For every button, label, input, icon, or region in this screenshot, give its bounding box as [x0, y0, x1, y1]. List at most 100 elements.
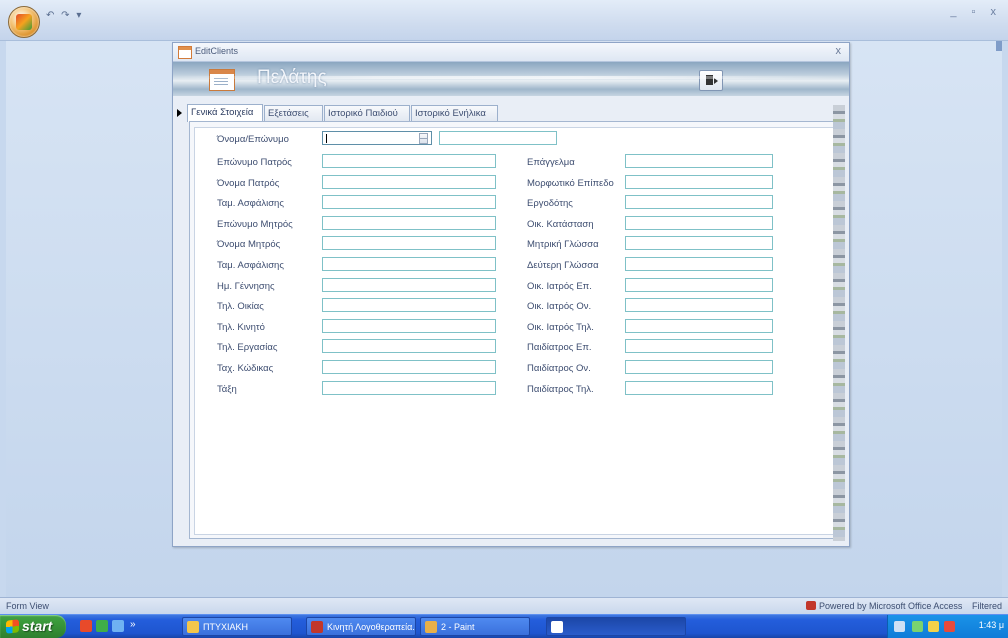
right-field-input[interactable]: [625, 174, 773, 189]
right-field-input[interactable]: [625, 380, 773, 395]
left-field-label: Ταμ. Ασφάλισης: [217, 260, 284, 271]
left-field-label: Τάξη: [217, 383, 237, 395]
right-field-label: Παιδίατρος Τηλ.: [527, 383, 594, 395]
office-logo-icon: [16, 14, 32, 30]
left-field-input[interactable]: [322, 339, 496, 354]
spin-button-icon[interactable]: [419, 133, 428, 144]
start-label: start: [22, 618, 53, 634]
volume-icon[interactable]: [928, 621, 939, 632]
left-field-input[interactable]: [322, 236, 496, 251]
left-field-label: Τηλ. Εργασίας: [217, 342, 278, 354]
right-field-label: Δεύτερη Γλώσσα: [527, 260, 599, 271]
window-icon: [551, 621, 563, 633]
taskbar-folder-ptyxiaki[interactable]: ΠΤΥΧΙΑΚΗ: [182, 617, 292, 636]
taskbar-folder-ptyxiaki-label: ΠΤΥΧΙΑΚΗ: [203, 622, 249, 632]
right-field-label: Οικ. Ιατρός Τηλ.: [527, 321, 594, 333]
windows-taskbar: start » ΠΤΥΧΙΑΚΗ Κινητή Λογοθεραπεία... …: [0, 614, 1008, 638]
access-title-bar: ↶ ↷ ▾ _ ▫ x: [0, 0, 1008, 41]
quicklaunch-overflow-icon[interactable]: »: [130, 619, 136, 630]
right-field-input[interactable]: [625, 195, 773, 210]
first-name-field[interactable]: [322, 131, 432, 145]
form-header: Πελάτης: [173, 62, 849, 96]
left-field-input[interactable]: [322, 174, 496, 189]
right-field-input[interactable]: [625, 360, 773, 374]
left-field-input[interactable]: [322, 257, 496, 271]
start-button[interactable]: start: [0, 615, 66, 638]
taskbar-active-window[interactable]: [546, 617, 686, 636]
left-field-label: Τηλ. Κινητό: [217, 321, 265, 333]
tab-general-info[interactable]: Γενικά Στοιχεία: [187, 104, 263, 122]
status-filtered[interactable]: Filtered: [972, 601, 1002, 611]
right-field-label: Μητρική Γλώσσα: [527, 239, 599, 251]
name-surname-label: Όνομα/Επώνυμο: [217, 134, 289, 145]
left-field-input[interactable]: [322, 154, 496, 168]
office-button[interactable]: [8, 6, 40, 38]
system-tray: 1:43 μ: [887, 615, 1008, 638]
clock[interactable]: 1:43 μ: [979, 620, 1004, 630]
taskbar-access-app-label: Κινητή Λογοθεραπεία...: [327, 622, 416, 632]
folder-icon: [187, 621, 199, 633]
form-icon: [178, 46, 192, 59]
form-header-icon: [209, 69, 235, 91]
taskbar-paint[interactable]: 2 - Paint: [420, 617, 530, 636]
right-field-input[interactable]: [625, 339, 773, 354]
windows-flag-icon: [6, 619, 19, 634]
right-field-input[interactable]: [625, 298, 773, 313]
taskbar-paint-label: 2 - Paint: [441, 622, 475, 632]
left-field-input[interactable]: [322, 215, 496, 230]
left-field-input[interactable]: [322, 298, 496, 313]
window-controls[interactable]: _ ▫ x: [950, 6, 1002, 18]
right-field-input[interactable]: [625, 257, 773, 271]
network-icon[interactable]: [912, 621, 923, 632]
left-field-input[interactable]: [322, 380, 496, 395]
left-field-input[interactable]: [322, 318, 496, 333]
language-icon[interactable]: [894, 621, 905, 632]
access-app-icon: [311, 621, 323, 633]
ribbon-scroll-hint: [996, 41, 1002, 51]
form-title-bar[interactable]: EditClients x: [173, 43, 849, 62]
surname-field[interactable]: [439, 131, 557, 145]
tab-exams[interactable]: Εξετάσεις: [264, 105, 323, 121]
left-field-input[interactable]: [322, 195, 496, 210]
left-field-label: Όνομα Πατρός: [217, 177, 280, 189]
right-field-label: Μορφωτικό Επίπεδο: [527, 177, 614, 189]
left-field-label: Τηλ. Οικίας: [217, 301, 264, 313]
tab-adult-history[interactable]: Ιστορικό Ενήλικα: [411, 105, 498, 121]
exit-button[interactable]: [699, 70, 723, 91]
right-field-input[interactable]: [625, 154, 773, 168]
security-icon[interactable]: [944, 621, 955, 632]
left-field-label: Όνομα Μητρός: [217, 239, 281, 251]
left-field-input[interactable]: [322, 360, 496, 374]
right-field-input[interactable]: [625, 318, 773, 333]
tab-child-history[interactable]: Ιστορικό Παιδιού: [324, 105, 410, 121]
left-field-label: Επώνυμο Πατρός: [217, 157, 292, 168]
right-field-label: Οικ. Κατάσταση: [527, 218, 594, 230]
record-selector-arrow-icon[interactable]: [177, 109, 182, 117]
text-caret: [326, 134, 327, 143]
right-field-label: Παιδίατρος Επ.: [527, 342, 592, 354]
access-icon: [806, 601, 816, 610]
quicklaunch-desktop-icon[interactable]: [112, 620, 124, 632]
paint-icon: [425, 621, 437, 633]
status-powered-text: Powered by Microsoft Office Access: [819, 601, 963, 611]
right-field-input[interactable]: [625, 236, 773, 251]
left-field-label: Ταχ. Κώδικας: [217, 363, 274, 374]
left-field-input[interactable]: [322, 277, 496, 292]
right-field-input[interactable]: [625, 215, 773, 230]
status-view-mode: Form View: [6, 601, 49, 611]
form-close-button[interactable]: x: [836, 45, 842, 57]
right-field-label: Παιδίατρος Ον.: [527, 363, 591, 374]
quicklaunch-browser-icon[interactable]: [80, 620, 92, 632]
general-info-page: Όνομα/Επώνυμο Επώνυμο Πατρός Όνομα Πατρός…: [194, 127, 835, 535]
quicklaunch-app-icon[interactable]: [96, 620, 108, 632]
right-field-input[interactable]: [625, 277, 773, 292]
form-side-pattern: [833, 105, 845, 541]
right-field-label: Εργοδότης: [527, 198, 573, 210]
right-field-label: Οικ. Ιατρός Ον.: [527, 301, 592, 313]
quick-access-toolbar[interactable]: ↶ ↷ ▾: [46, 10, 83, 21]
exit-door-icon: [706, 75, 718, 85]
left-field-label: Επώνυμο Μητρός: [217, 218, 293, 230]
status-bar: Form View Powered by Microsoft Office Ac…: [0, 597, 1008, 615]
taskbar-access-app[interactable]: Κινητή Λογοθεραπεία...: [306, 617, 416, 636]
form-window-title: EditClients: [195, 46, 239, 56]
